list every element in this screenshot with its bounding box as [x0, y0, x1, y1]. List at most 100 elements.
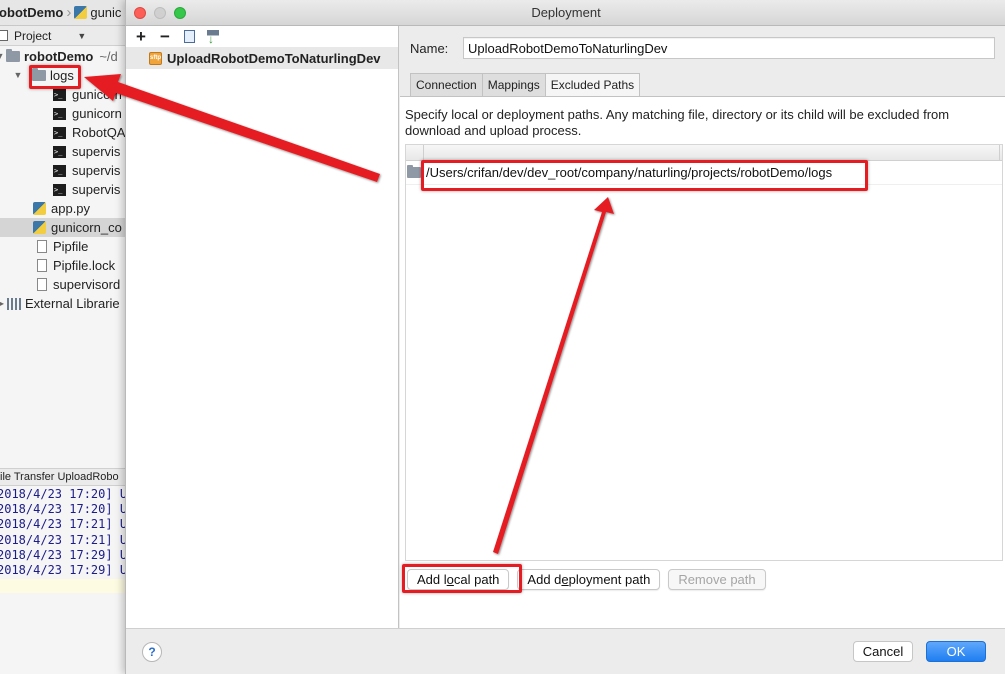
use-as-default-button[interactable] [203, 27, 223, 46]
expand-arrow-icon[interactable]: ▶ [0, 294, 7, 313]
button-label-part: ployment path [568, 572, 651, 587]
terminal-file-icon: >_ [53, 126, 66, 139]
tree-item-log-file[interactable]: >_ supervis [0, 161, 140, 180]
server-list-item[interactable]: sftp UploadRobotDemoToNaturlingDev [126, 47, 398, 69]
remove-server-button[interactable]: − [155, 27, 175, 46]
expand-arrow-icon[interactable]: ▼ [12, 66, 24, 85]
excluded-paths-panel: Specify local or deployment paths. Any m… [400, 96, 1005, 628]
chevron-down-icon[interactable]: ▼ [77, 31, 86, 41]
ide-background: robotDemo › gunic Project ▼ ▼ robotDemo … [0, 0, 140, 674]
log-line: 2018/4/23 17:29] Up [0, 547, 135, 562]
breadcrumb-file[interactable]: gunic [90, 5, 121, 20]
breadcrumb-separator-icon: › [66, 4, 72, 21]
button-mnemonic: o [446, 572, 454, 587]
tree-file-label: supervis [72, 144, 121, 159]
terminal-file-icon: >_ [53, 145, 66, 158]
project-icon [0, 30, 8, 41]
python-file-icon [33, 221, 46, 234]
button-mnemonic: e [561, 572, 569, 587]
tab-excluded-paths[interactable]: Excluded Paths [544, 73, 641, 96]
path-buttons: Add local path Add deployment path Remov… [407, 569, 774, 591]
excluded-paths-description: Specify local or deployment paths. Any m… [405, 107, 950, 138]
download-icon [207, 29, 219, 46]
tree-item-log-file[interactable]: >_ gunicorn [0, 85, 140, 104]
tree-item-supervisord[interactable]: supervisord [0, 275, 140, 294]
button-label-part: Add d [527, 572, 562, 587]
copy-server-button[interactable] [179, 27, 199, 46]
tree-item-app[interactable]: app.py [0, 199, 140, 218]
add-deployment-path-button[interactable]: Add deployment path [517, 569, 661, 590]
sftp-icon: sftp [149, 51, 162, 65]
file-transfer-tab[interactable]: ile Transfer UploadRobo [0, 468, 140, 486]
breadcrumb-root[interactable]: robotDemo [0, 5, 63, 20]
tree-file-label: Pipfile [53, 239, 89, 254]
name-label: Name: [410, 41, 449, 56]
folder-icon [407, 165, 421, 178]
button-label-part: Add l [417, 572, 447, 587]
tree-item-gunicorn-conf[interactable]: gunicorn_co [0, 218, 140, 237]
tree-file-label: app.py [51, 201, 91, 216]
help-button[interactable]: ? [142, 642, 162, 662]
tree-file-label: RobotQA [72, 125, 126, 140]
tree-file-label: supervis [72, 163, 121, 178]
tree-root-path: ~/d [99, 49, 118, 64]
server-toolbar: + − [126, 26, 398, 47]
tree-file-label: External Librarie [25, 296, 120, 311]
log-line: 2018/4/23 17:21] Up [0, 517, 135, 532]
text-file-icon [37, 278, 47, 291]
column-divider [999, 145, 1000, 161]
tree-item-root[interactable]: ▼ robotDemo ~/d [0, 47, 140, 66]
server-name-label: UploadRobotDemoToNaturlingDev [167, 50, 381, 66]
settings-tabs: Connection Mappings Excluded Paths [410, 73, 641, 96]
ok-button[interactable]: OK [926, 641, 986, 662]
column-divider [423, 145, 424, 161]
tree-logs-label: logs [50, 68, 74, 83]
tree-item-logs[interactable]: ▼ logs [0, 66, 140, 85]
copy-icon [180, 27, 195, 43]
add-local-path-button[interactable]: Add local path [407, 569, 510, 590]
title-bar[interactable]: Deployment [126, 0, 1005, 26]
tab-mappings[interactable]: Mappings [481, 73, 546, 96]
tree-file-label: supervis [72, 182, 121, 197]
folder-icon [32, 68, 46, 81]
log-line: 2018/4/23 17:20] Up [0, 487, 135, 501]
server-name-input[interactable] [463, 37, 995, 59]
folder-icon [6, 49, 20, 62]
tree-root-label: robotDemo [24, 49, 94, 64]
tree-file-label: gunicorn [72, 87, 122, 102]
tree-item-log-file[interactable]: >_ RobotQA [0, 123, 140, 142]
tree-item-pipfile-lock[interactable]: Pipfile.lock [0, 256, 140, 275]
tree-file-label: gunicorn [72, 106, 122, 121]
terminal-file-icon: >_ [53, 164, 66, 177]
text-file-icon [37, 240, 47, 253]
terminal-file-icon: >_ [53, 183, 66, 196]
add-server-button[interactable]: + [131, 27, 151, 46]
excluded-paths-table[interactable]: /Users/crifan/dev/dev_root/company/natur… [405, 144, 1003, 561]
window-title: Deployment [531, 5, 601, 20]
server-settings-pane: Name: Connection Mappings Excluded Paths… [400, 26, 1005, 628]
library-icon [7, 297, 21, 310]
project-tree: ▼ robotDemo ~/d ▼ logs >_gunicorn >_guni… [0, 47, 140, 313]
remove-path-button[interactable]: Remove path [668, 569, 766, 590]
tab-connection[interactable]: Connection [410, 73, 483, 96]
tree-item-log-file[interactable]: >_ supervis [0, 180, 140, 199]
tree-file-label: Pipfile.lock [53, 258, 116, 273]
project-view-label[interactable]: Project [14, 29, 51, 43]
table-row[interactable]: /Users/crifan/dev/dev_root/company/natur… [406, 161, 1002, 185]
tree-item-pipfile[interactable]: Pipfile [0, 237, 140, 256]
terminal-file-icon: >_ [53, 107, 66, 120]
file-transfer-log: 2018/4/23 17:20] Up 2018/4/23 17:20] Up … [0, 487, 140, 578]
log-current-line [0, 579, 140, 593]
tree-item-log-file[interactable]: >_ gunicorn [0, 104, 140, 123]
project-toolbar: Project ▼ [0, 26, 140, 46]
tree-item-log-file[interactable]: >_ supervis [0, 142, 140, 161]
log-line: 2018/4/23 17:20] Up [0, 502, 135, 517]
tree-item-external-libraries[interactable]: ▶ External Librarie [0, 294, 140, 313]
log-line: 2018/4/23 17:21] Up [0, 532, 135, 547]
tree-file-label: gunicorn_co [51, 220, 122, 235]
log-line: 2018/4/23 17:29] Up [0, 562, 135, 577]
dialog-button-bar: ? Cancel OK [126, 628, 1005, 674]
server-list-pane: + − sftp UploadRobotDemoToNaturlingDev [126, 26, 399, 628]
python-file-icon [33, 202, 46, 215]
cancel-button[interactable]: Cancel [853, 641, 913, 662]
